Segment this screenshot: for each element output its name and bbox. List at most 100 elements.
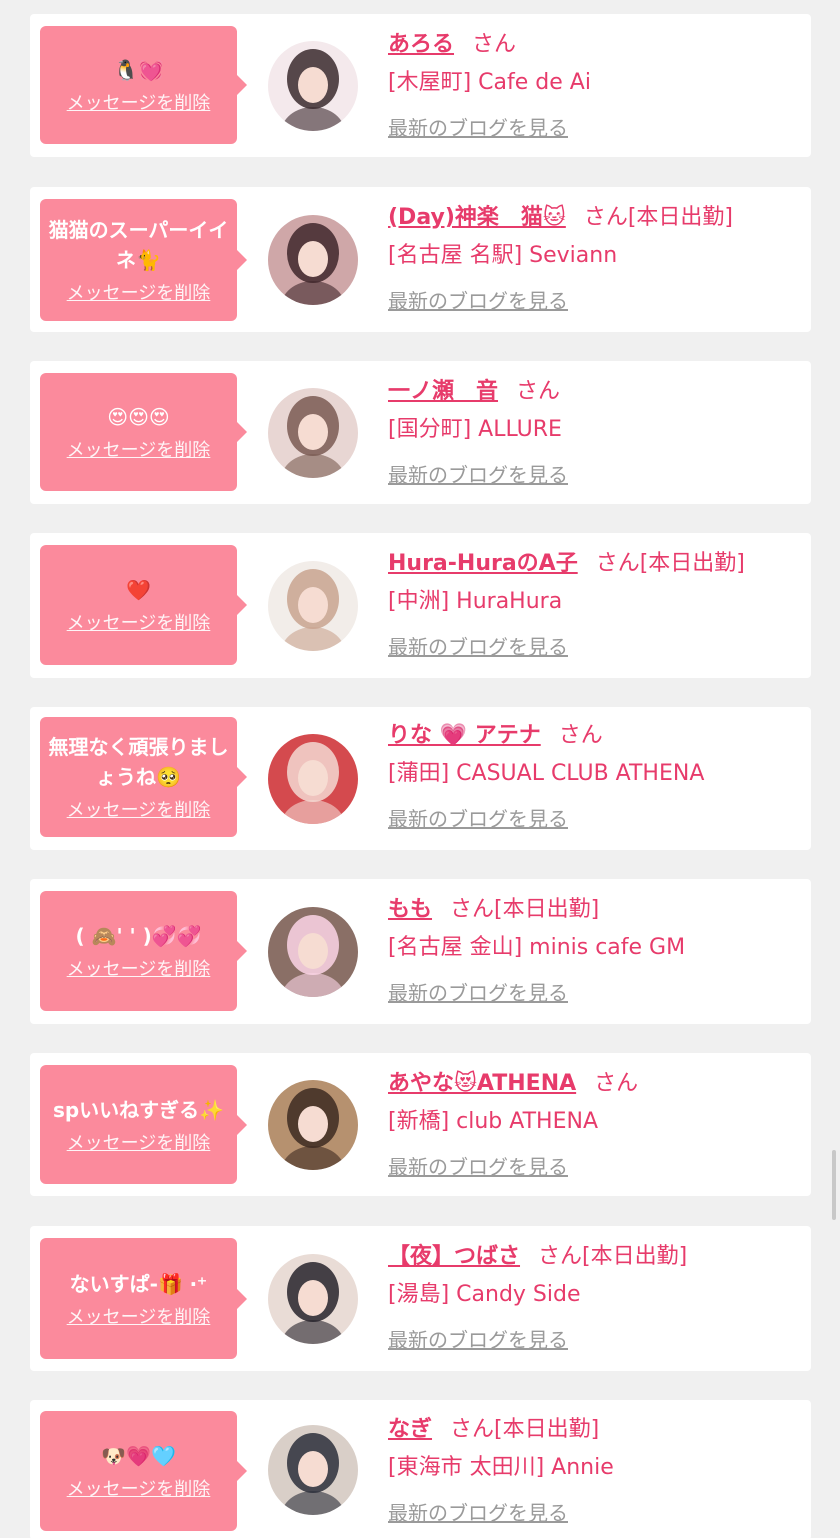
cast-info: (Day)神楽 猫🐱 さん[本日出勤] [名古屋 名駅] Seviann 最新のブログ… bbox=[388, 203, 801, 315]
message-bubble: 無理なく頑張りましょうね🥺 メッセージを削除 bbox=[40, 717, 247, 837]
latest-blog-link[interactable]: 最新のブログを見る bbox=[388, 1326, 801, 1354]
working-today-label: [本日出勤] bbox=[582, 1244, 688, 1269]
list-item: spいいねすぎる✨ メッセージを削除 あやな😻ATHENA さん [新橋] club A… bbox=[30, 1053, 811, 1196]
working-today-label: [本日出勤] bbox=[494, 897, 600, 922]
cast-name-link[interactable]: Hura-HuraのA子 bbox=[388, 551, 578, 576]
delete-message-link[interactable]: メッセージを削除 bbox=[67, 279, 211, 305]
honorific: さん bbox=[594, 1071, 639, 1096]
shop-name: [国分町] ALLURE bbox=[388, 417, 562, 442]
honorific: さん bbox=[516, 379, 561, 404]
cast-name-link[interactable]: なぎ bbox=[388, 1417, 432, 1442]
cast-name-link[interactable]: りな 💗 アテナ bbox=[388, 723, 541, 748]
delete-message-link[interactable]: メッセージを削除 bbox=[67, 1303, 211, 1329]
scrollbar[interactable] bbox=[832, 1150, 836, 1220]
avatar[interactable] bbox=[268, 1254, 358, 1344]
delete-message-link[interactable]: メッセージを削除 bbox=[67, 1129, 211, 1155]
avatar[interactable] bbox=[268, 1425, 358, 1515]
shop-name: [蒲田] CASUAL CLUB ATHENA bbox=[388, 761, 705, 786]
cast-info: なぎ さん[本日出勤] [東海市 太田川] Annie 最新のブログを見る bbox=[388, 1415, 801, 1527]
cast-name-link[interactable]: 【夜】つばさ bbox=[388, 1244, 520, 1269]
cast-name-link[interactable]: (Day)神楽 猫🐱 bbox=[388, 205, 566, 230]
message-bubble: 😍😍😍 メッセージを削除 bbox=[40, 373, 247, 491]
shop-name: [木屋町] Cafe de Ai bbox=[388, 70, 591, 95]
honorific: さん bbox=[538, 1244, 583, 1269]
list-item: ( 🙈' ' )💞💞 メッセージを削除 もも さん[本日出勤] [名古屋 金山] min… bbox=[30, 879, 811, 1024]
delete-message-link[interactable]: メッセージを削除 bbox=[67, 955, 211, 981]
avatar-photo bbox=[268, 215, 358, 305]
honorific: さん bbox=[595, 551, 640, 576]
cast-info: りな 💗 アテナ さん [蒲田] CASUAL CLUB ATHENA 最新のブログを… bbox=[388, 721, 801, 833]
avatar-photo bbox=[268, 1425, 358, 1515]
honorific: さん bbox=[558, 723, 603, 748]
favorite-message-list: 🐧💓 メッセージを削除 あろる さん [木屋町] Cafe de Ai 最新のブログを見る… bbox=[0, 0, 840, 1538]
avatar[interactable] bbox=[268, 41, 358, 131]
honorific: さん bbox=[472, 32, 517, 57]
shop-name: [新橋] club ATHENA bbox=[388, 1109, 598, 1134]
cast-name-link[interactable]: 一ノ瀬 音 bbox=[388, 379, 498, 404]
avatar[interactable] bbox=[268, 215, 358, 305]
shop-name: [名古屋 名駅] Seviann bbox=[388, 243, 618, 268]
latest-blog-link[interactable]: 最新のブログを見る bbox=[388, 1499, 801, 1527]
message-text: ないすぱ-🎁 ‧⁺ bbox=[69, 1271, 208, 1296]
cast-name-link[interactable]: あやな😻ATHENA bbox=[388, 1071, 576, 1096]
message-text: ❤️ bbox=[126, 578, 151, 602]
cast-info: 【夜】つばさ さん[本日出勤] [湯島] Candy Side 最新のブログを見る bbox=[388, 1242, 801, 1354]
avatar[interactable] bbox=[268, 907, 358, 997]
cast-info: あやな😻ATHENA さん [新橋] club ATHENA 最新のブログを見る bbox=[388, 1069, 801, 1181]
latest-blog-link[interactable]: 最新のブログを見る bbox=[388, 461, 801, 489]
list-item: 😍😍😍 メッセージを削除 一ノ瀬 音さん [国分町] ALLURE 最新のブログを見る bbox=[30, 361, 811, 504]
shop-name: [東海市 太田川] Annie bbox=[388, 1455, 614, 1480]
avatar-photo bbox=[268, 388, 358, 478]
delete-message-link[interactable]: メッセージを削除 bbox=[67, 89, 211, 115]
latest-blog-link[interactable]: 最新のブログを見る bbox=[388, 633, 801, 661]
name-line: あろる さん bbox=[388, 30, 801, 60]
name-line: Hura-HuraのA子 さん[本日出勤] bbox=[388, 549, 801, 579]
delete-message-link[interactable]: メッセージを削除 bbox=[67, 1475, 211, 1501]
latest-blog-link[interactable]: 最新のブログを見る bbox=[388, 1153, 801, 1181]
cast-name-link[interactable]: あろる bbox=[388, 32, 454, 57]
name-line: りな 💗 アテナ さん bbox=[388, 721, 801, 751]
avatar-photo bbox=[268, 1254, 358, 1344]
shop-name: [中洲] HuraHura bbox=[388, 589, 563, 614]
cast-name-link[interactable]: もも bbox=[388, 897, 432, 922]
cast-info: あろる さん [木屋町] Cafe de Ai 最新のブログを見る bbox=[388, 30, 801, 142]
name-line: (Day)神楽 猫🐱 さん[本日出勤] bbox=[388, 203, 801, 233]
message-bubble: 🐧💓 メッセージを削除 bbox=[40, 26, 247, 144]
cast-info: もも さん[本日出勤] [名古屋 金山] minis cafe GM 最新のブログを見… bbox=[388, 895, 801, 1007]
name-line: 一ノ瀬 音さん bbox=[388, 377, 801, 407]
avatar[interactable] bbox=[268, 734, 358, 824]
list-item: 🐧💓 メッセージを削除 あろる さん [木屋町] Cafe de Ai 最新のブログを見る bbox=[30, 14, 811, 157]
delete-message-link[interactable]: メッセージを削除 bbox=[67, 796, 211, 822]
honorific: さん bbox=[583, 205, 628, 230]
name-line: あやな😻ATHENA さん bbox=[388, 1069, 801, 1099]
list-item: 猫猫のスーパーイイネ🐈 メッセージを削除 (Day)神楽 猫🐱 さん[本日出勤] [名古… bbox=[30, 187, 811, 332]
message-text: 🐶💗🩵 bbox=[101, 1444, 176, 1468]
avatar[interactable] bbox=[268, 561, 358, 651]
message-bubble: 🐶💗🩵 メッセージを削除 bbox=[40, 1411, 247, 1531]
cast-info: 一ノ瀬 音さん [国分町] ALLURE 最新のブログを見る bbox=[388, 377, 801, 489]
list-item: ないすぱ-🎁 ‧⁺ メッセージを削除 【夜】つばさ さん[本日出勤] [湯島] Cand… bbox=[30, 1226, 811, 1371]
latest-blog-link[interactable]: 最新のブログを見る bbox=[388, 114, 801, 142]
message-bubble: ❤️ メッセージを削除 bbox=[40, 545, 247, 665]
message-text: 😍😍😍 bbox=[107, 405, 170, 429]
list-item: 🐶💗🩵 メッセージを削除 なぎ さん[本日出勤] [東海市 太田川] Annie 最新のブ… bbox=[30, 1400, 811, 1538]
latest-blog-link[interactable]: 最新のブログを見る bbox=[388, 805, 801, 833]
list-item: 無理なく頑張りましょうね🥺 メッセージを削除 りな 💗 アテナ さん [蒲田] CASU… bbox=[30, 707, 811, 850]
message-bubble: spいいねすぎる✨ メッセージを削除 bbox=[40, 1065, 247, 1184]
working-today-label: [本日出勤] bbox=[627, 205, 734, 230]
message-bubble: 猫猫のスーパーイイネ🐈 メッセージを削除 bbox=[40, 199, 247, 321]
name-line: 【夜】つばさ さん[本日出勤] bbox=[388, 1242, 801, 1272]
message-text: 🐧💓 bbox=[113, 58, 164, 82]
latest-blog-link[interactable]: 最新のブログを見る bbox=[388, 979, 801, 1007]
avatar[interactable] bbox=[268, 1080, 358, 1170]
shop-name: [湯島] Candy Side bbox=[388, 1282, 581, 1307]
name-line: もも さん[本日出勤] bbox=[388, 895, 801, 925]
message-text: spいいねすぎる✨ bbox=[52, 1097, 225, 1122]
delete-message-link[interactable]: メッセージを削除 bbox=[67, 609, 211, 635]
message-bubble: ( 🙈' ' )💞💞 メッセージを削除 bbox=[40, 891, 247, 1011]
avatar-photo bbox=[268, 734, 358, 824]
avatar[interactable] bbox=[268, 388, 358, 478]
latest-blog-link[interactable]: 最新のブログを見る bbox=[388, 287, 801, 315]
delete-message-link[interactable]: メッセージを削除 bbox=[67, 436, 211, 462]
working-today-label: [本日出勤] bbox=[494, 1417, 600, 1442]
